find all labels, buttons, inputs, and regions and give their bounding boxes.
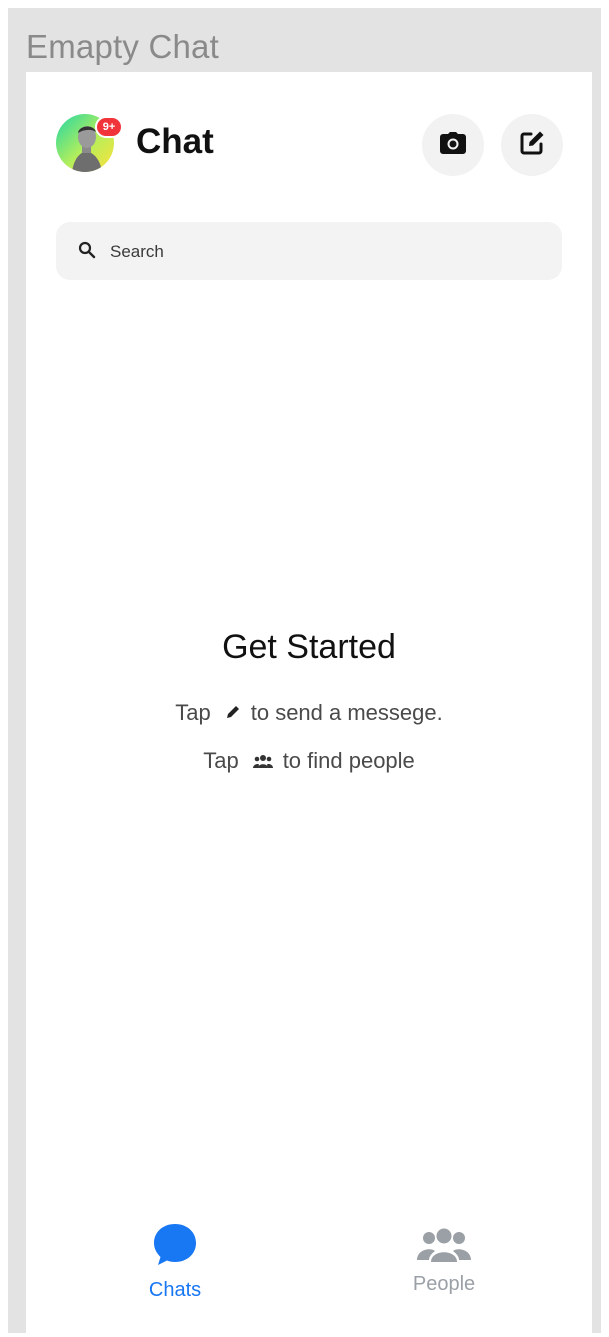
page-title: Chat xyxy=(136,122,214,161)
chat-bubble-icon xyxy=(152,1222,198,1273)
hint-find-people: Tap to find people xyxy=(26,748,592,774)
search-bar[interactable] xyxy=(56,222,562,282)
people-icon xyxy=(417,1228,471,1267)
people-icon xyxy=(252,748,273,774)
tab-label: Chats xyxy=(148,1279,202,1301)
hint-prefix: Tap xyxy=(175,700,211,725)
camera-button[interactable] xyxy=(422,114,484,176)
edit-icon xyxy=(519,130,545,161)
hint-suffix: to find people xyxy=(282,748,415,773)
hint-send-message: Tap to send a messege. xyxy=(26,700,592,726)
notification-badge: 9+ xyxy=(95,116,123,138)
pencil-icon xyxy=(225,700,241,726)
hint-suffix: to send a messege. xyxy=(250,700,443,725)
compose-button[interactable] xyxy=(501,114,563,176)
chat-screen: 9+ Chat Get Started T xyxy=(26,72,592,1333)
camera-icon xyxy=(440,131,466,159)
hint-prefix: Tap xyxy=(203,748,239,773)
tab-label: People xyxy=(412,1273,476,1295)
search-icon xyxy=(78,241,96,264)
tab-chats[interactable]: Chats xyxy=(105,1222,245,1312)
search-input[interactable] xyxy=(108,222,532,282)
artboard-title: Emapty Chat xyxy=(26,28,219,65)
empty-state-title: Get Started xyxy=(222,628,396,666)
tab-people[interactable]: People xyxy=(374,1228,514,1318)
